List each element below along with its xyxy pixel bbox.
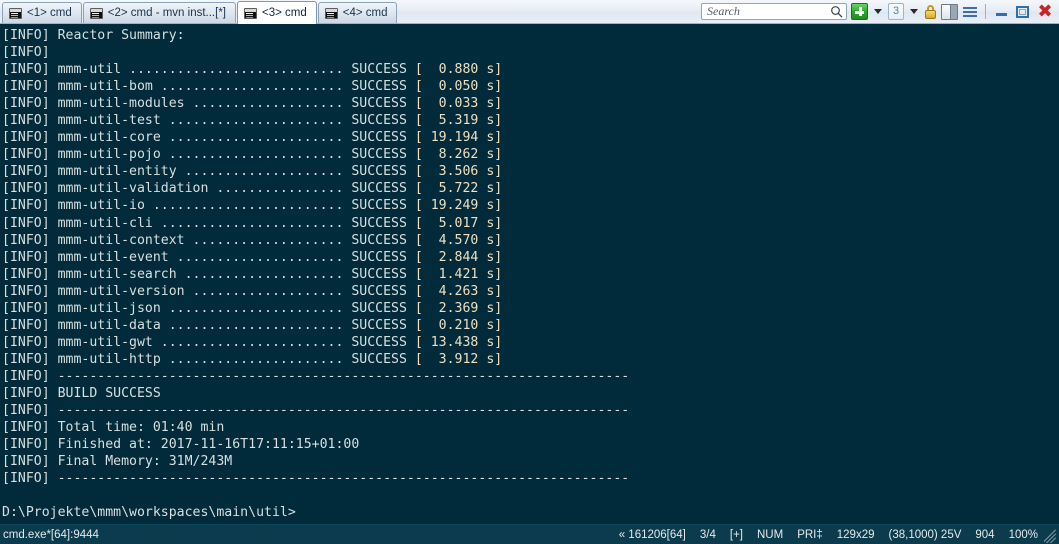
panel-toggle-button[interactable] [941,3,958,21]
minimize-button[interactable] [993,4,1010,20]
tab-list-dropdown-button[interactable] [908,3,920,21]
chevron-down-icon [874,9,882,14]
tab-strip: <1> cmd <2> cmd - mvn inst...[*] <3> cmd <4… [2,0,398,24]
status-cells: « 161206[64] 3/4 [+] NUM PRI‡ 129x29 (38,1000)… [612,529,1059,541]
magnifier-icon [831,6,843,18]
tab-label: <3> cmd [261,7,307,19]
status-cell-9: 100% [1008,528,1038,541]
terminal-line: [INFO] mmm-util-pojo ...................… [2,147,503,163]
terminal-line: [INFO] Final Memory: 31M/243M [2,454,233,470]
console-icon [9,7,22,19]
menu-button[interactable] [962,3,978,21]
search-input[interactable] [707,4,830,19]
terminal-line: [INFO] mmm-util-bom ....................… [2,79,503,95]
tab-count-button[interactable]: 3 [888,3,904,21]
status-cell-1: « 161206[64] [618,528,686,541]
hamburger-menu-icon [962,5,978,19]
terminal-line: [INFO] mmm-util-cli ....................… [2,215,503,231]
terminal-output[interactable]: [INFO] Reactor Summary: [INFO] [INFO] mmm-… [0,24,1059,524]
terminal-line: [INFO] ---------------------------------… [2,403,630,419]
status-cell-7: (38,1000) 25V [888,528,962,541]
chevron-down-icon [910,9,918,14]
new-tab-dropdown-button[interactable] [872,3,884,21]
terminal-prompt[interactable]: D:\Projekte\mmm\workspaces\main\util> [2,504,1059,521]
terminal-line: [INFO] Total time: 01:40 min [2,420,225,436]
status-cell-4: NUM [756,528,784,541]
terminal-line: [INFO] mmm-util-search .................… [2,266,503,282]
terminal-line: [INFO] mmm-util-context ................… [2,232,503,248]
status-cell-2: 3/4 [699,528,716,541]
status-cell-8: 904 [975,528,995,541]
terminal-line: [INFO] Reactor Summary: [2,28,185,43]
terminal-line: [INFO] mmm-util-json ...................… [2,300,503,316]
lock-button[interactable] [924,3,937,21]
tab-4[interactable]: <4> cmd [317,2,398,23]
plus-icon [851,3,868,20]
terminal-line: [INFO] mmm-util-core ...................… [2,130,503,146]
tab-3[interactable]: <3> cmd [236,1,317,24]
terminal-line: [INFO] mmm-util-validation .............… [2,181,503,197]
panel-toggle-icon [941,3,958,20]
status-cell-6: 129x29 [836,528,875,541]
console-emulator-window: <1> cmd <2> cmd - mvn inst...[*] <3> cmd <4… [0,0,1059,544]
terminal-line: [INFO] mmm-util-io .....................… [2,198,503,214]
status-cell-5: PRI‡ [797,528,823,541]
console-icon [324,7,338,19]
terminal-line: [INFO] Finished at: 2017-11-16T17:11:15+… [2,437,360,453]
search-box[interactable] [701,3,847,20]
tab-2[interactable]: <2> cmd - mvn inst...[*] [82,2,236,23]
terminal-line: [INFO] mmm-util ........................… [2,62,503,78]
close-button[interactable]: ✖ [1035,3,1055,21]
terminal-line: [INFO] mmm-util-data ...................… [2,317,503,333]
terminal-line: [INFO] mmm-util-version ................… [2,283,503,299]
terminal-line: [INFO] ---------------------------------… [2,368,630,384]
tab-label: <2> cmd - mvn inst...[*] [107,7,226,19]
lock-icon [924,4,937,20]
console-icon [89,7,103,19]
terminal-line: [INFO] mmm-util-entity .................… [2,164,503,180]
console-icon [243,7,257,19]
new-tab-button[interactable] [851,3,868,21]
terminal-line: [INFO] ---------------------------------… [2,471,630,487]
terminal-line: [INFO] mmm-util-event ..................… [2,249,503,265]
terminal-line: [INFO] mmm-util-test ...................… [2,113,503,129]
title-bar-toolbar: 3 ✖ [701,0,1059,23]
title-bar: <1> cmd <2> cmd - mvn inst...[*] <3> cmd <4… [0,0,1059,24]
tab-1[interactable]: <1> cmd [2,2,82,23]
maximize-button[interactable] [1014,4,1031,20]
terminal-line: [INFO] BUILD SUCCESS [2,385,161,401]
terminal-line: [INFO] mmm-util-http ...................… [2,351,503,367]
tab-label: <1> cmd [27,7,72,19]
tab-count-label: 3 [888,3,904,20]
terminal-line: [INFO] mmm-util-modules ................… [2,96,503,112]
toolbar-divider [985,4,986,19]
status-process-label: cmd.exe*[64]:9444 [3,528,99,541]
resize-grip-icon[interactable] [1044,529,1058,543]
terminal-line: [INFO] [2,45,50,61]
status-cell-3: [+] [729,528,743,541]
status-bar: cmd.exe*[64]:9444 « 161206[64] 3/4 [+] NUM P… [0,524,1059,544]
tab-label: <4> cmd [342,7,388,19]
terminal-line: [INFO] mmm-util-gwt ....................… [2,334,503,350]
